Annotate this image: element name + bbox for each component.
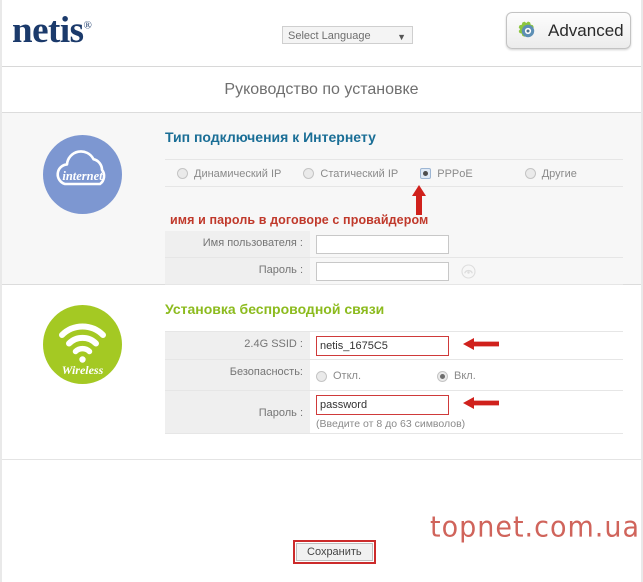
save-button[interactable]: Сохранить bbox=[296, 543, 373, 561]
radio-dynamic-ip-indicator bbox=[177, 168, 188, 179]
annotation-arrow-left-ssid bbox=[463, 337, 499, 356]
wireless-section: Wireless Установка беспроводной связи 2.… bbox=[2, 285, 641, 460]
security-label: Безопасность: bbox=[165, 360, 310, 390]
pppoe-password-field-cell bbox=[310, 258, 623, 284]
page-title-bar: Руководство по установке bbox=[2, 67, 641, 113]
provider-credentials-hint: имя и пароль в договоре с провайдером bbox=[170, 213, 429, 227]
radio-security-on[interactable]: Вкл. bbox=[437, 370, 476, 382]
username-row: Имя пользователя : bbox=[165, 231, 623, 258]
radio-pppoe[interactable]: PPPoE bbox=[420, 167, 473, 180]
chevron-down-icon: ▼ bbox=[397, 32, 406, 42]
pppoe-password-input[interactable] bbox=[316, 262, 449, 281]
internet-badge-icon: internet bbox=[43, 135, 122, 214]
site-watermark: topnet.com.ua bbox=[430, 511, 641, 544]
wireless-badge-label: Wireless bbox=[62, 363, 104, 377]
username-field-cell bbox=[310, 231, 623, 257]
gear-icon bbox=[516, 19, 540, 43]
ssid-label: 2.4G SSID : bbox=[165, 332, 310, 359]
wireless-password-row: Пароль : (Введите от 8 до 63 символов) bbox=[165, 391, 623, 434]
save-button-highlight: Сохранить bbox=[293, 540, 376, 564]
radio-security-off[interactable]: Откл. bbox=[316, 370, 361, 382]
radio-static-ip-indicator bbox=[303, 168, 315, 179]
page-header: netis® Select Language ▼ Advanced bbox=[2, 0, 641, 67]
wireless-badge-icon: Wireless bbox=[43, 305, 122, 384]
wireless-password-input[interactable] bbox=[316, 395, 449, 415]
pppoe-credentials-rows: Имя пользователя : Пароль : bbox=[165, 231, 623, 285]
radio-other-label: Другие bbox=[541, 167, 577, 180]
radio-other-indicator bbox=[524, 168, 536, 179]
wireless-rows: 2.4G SSID : Безопасность: bbox=[165, 331, 623, 434]
logo-text: netis bbox=[12, 10, 84, 51]
radio-security-off-indicator bbox=[316, 370, 327, 382]
security-row: Безопасность: Откл. Вкл. bbox=[165, 360, 623, 391]
internet-section-title: Тип подключения к Интернету bbox=[165, 129, 376, 145]
pppoe-password-label: Пароль : bbox=[165, 258, 310, 284]
advanced-button-label: Advanced bbox=[548, 20, 624, 40]
wireless-password-label: Пароль : bbox=[165, 391, 310, 433]
wireless-password-field-cell: (Введите от 8 до 63 символов) bbox=[310, 391, 623, 433]
ssid-input[interactable] bbox=[316, 336, 449, 356]
username-label: Имя пользователя : bbox=[165, 231, 310, 257]
internet-section: internet Тип подключения к Интернету Дин… bbox=[2, 113, 641, 285]
router-setup-page: netis® Select Language ▼ Advanced Руково… bbox=[0, 0, 643, 582]
radio-security-on-indicator bbox=[437, 370, 449, 382]
connection-type-radio-group: Динамический IP Статический IP PPPoE Дру… bbox=[165, 160, 599, 186]
pppoe-password-row: Пароль : bbox=[165, 258, 623, 285]
wireless-section-title: Установка беспроводной связи bbox=[165, 301, 385, 317]
annotation-arrow-left-password bbox=[463, 396, 499, 415]
internet-badge-label: internet bbox=[62, 169, 103, 183]
username-input[interactable] bbox=[316, 235, 449, 254]
connection-type-rows: Динамический IP Статический IP PPPoE Дру… bbox=[165, 159, 623, 187]
radio-security-on-label: Вкл. bbox=[454, 370, 476, 382]
radio-dynamic-ip[interactable]: Динамический IP bbox=[177, 168, 281, 180]
security-radio-group: Откл. Вкл. bbox=[316, 364, 498, 387]
radio-other[interactable]: Другие bbox=[524, 167, 577, 180]
radio-static-ip[interactable]: Статический IP bbox=[303, 168, 398, 180]
ssid-row: 2.4G SSID : bbox=[165, 331, 623, 360]
radio-security-off-label: Откл. bbox=[333, 370, 362, 382]
radio-dynamic-ip-label: Динамический IP bbox=[194, 167, 282, 180]
language-select-value: Select Language bbox=[288, 30, 371, 42]
connection-type-row: Динамический IP Статический IP PPPoE Дру… bbox=[165, 159, 623, 187]
registered-mark: ® bbox=[83, 19, 92, 32]
language-select[interactable]: Select Language ▼ bbox=[282, 26, 413, 44]
page-title: Руководство по установке bbox=[224, 80, 419, 98]
eye-icon[interactable] bbox=[461, 264, 476, 279]
radio-pppoe-indicator bbox=[420, 168, 432, 179]
netis-logo: netis® bbox=[12, 10, 92, 51]
radio-static-ip-label: Статический IP bbox=[320, 167, 399, 180]
radio-pppoe-label: PPPoE bbox=[437, 167, 473, 180]
security-field-cell: Откл. Вкл. bbox=[310, 360, 623, 390]
wireless-password-input-wrap bbox=[316, 395, 499, 415]
ssid-field-cell bbox=[310, 332, 623, 359]
wireless-password-hint: (Введите от 8 до 63 символов) bbox=[316, 418, 466, 430]
advanced-button[interactable]: Advanced bbox=[506, 12, 631, 49]
